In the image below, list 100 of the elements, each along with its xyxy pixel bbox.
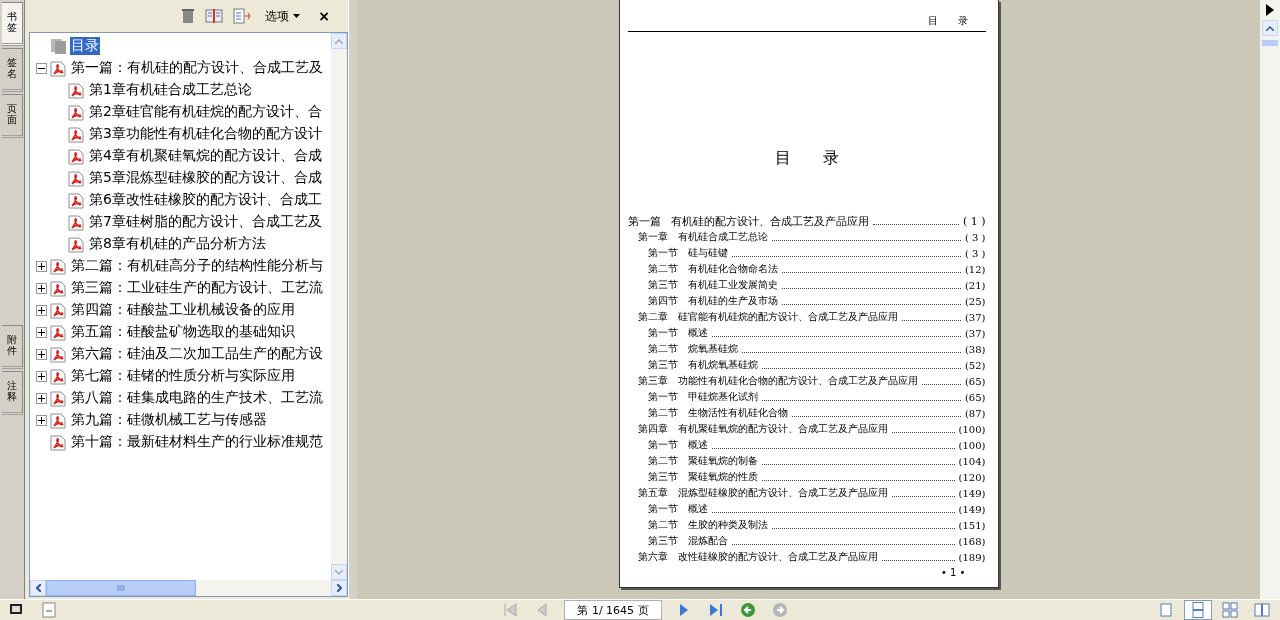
pdf-file-icon bbox=[50, 301, 67, 319]
plus-icon[interactable] bbox=[36, 260, 47, 272]
toc-page: (189) bbox=[958, 551, 986, 563]
play-icon[interactable] bbox=[1266, 4, 1274, 16]
pdf-file-icon bbox=[50, 345, 67, 363]
bookmark-item[interactable]: 第十篇：最新硅材料生产的行业标准规范 bbox=[70, 433, 324, 451]
right-triangle-icon bbox=[679, 603, 689, 617]
bookmark-item[interactable]: 第2章硅官能有机硅烷的配方设计、合 bbox=[88, 103, 323, 121]
trash-icon[interactable] bbox=[181, 8, 196, 24]
toc-number: 第五章 bbox=[637, 486, 668, 500]
toc-number: 第三章 bbox=[637, 374, 668, 388]
bookmark-item[interactable]: 第一篇：有机硅的配方设计、合成工艺及 bbox=[70, 59, 324, 77]
pdf-file-icon bbox=[68, 147, 85, 165]
bookmark-item[interactable]: 第六篇：硅油及二次加工品生产的配方设 bbox=[70, 345, 324, 363]
page-number-field[interactable]: 第 1/ 1645 页 bbox=[564, 600, 662, 620]
minus-icon[interactable] bbox=[36, 62, 47, 74]
toc-page: (120) bbox=[958, 471, 986, 483]
plus-icon[interactable] bbox=[36, 304, 47, 316]
toc-page: (21) bbox=[964, 279, 986, 291]
bookmark-item[interactable]: 第4章有机聚硅氧烷的配方设计、合成 bbox=[88, 147, 323, 165]
bookmark-item[interactable]: 第6章改性硅橡胶的配方设计、合成工 bbox=[88, 191, 323, 209]
page-icon[interactable] bbox=[42, 602, 56, 618]
toc-title: 生物活性有机硅化合物 bbox=[687, 406, 788, 420]
toc-number: 第二章 bbox=[637, 310, 668, 324]
page-arrow-icon[interactable] bbox=[233, 8, 252, 24]
bookmark-item[interactable]: 第四篇：硅酸盐工业机械设备的应用 bbox=[70, 301, 296, 319]
bookmark-item[interactable]: 第8章有机硅的产品分析方法 bbox=[88, 235, 267, 253]
plus-icon[interactable] bbox=[36, 348, 47, 360]
side-tab[interactable]: 签名 bbox=[2, 48, 23, 92]
bookmark-item[interactable]: 第二篇：有机硅高分子的结构性能分析与 bbox=[70, 257, 324, 275]
toc-title: 聚硅氧烷的制备 bbox=[687, 454, 758, 468]
options-menu[interactable]: 选项 bbox=[261, 7, 305, 25]
bookmark-item[interactable]: 第3章功能性有机硅化合物的配方设计 bbox=[88, 125, 323, 143]
pdf-file-icon bbox=[68, 169, 85, 187]
scroll-thumb[interactable] bbox=[46, 580, 196, 596]
toc-title: 有机硅的配方设计、合成工艺及产品应用 bbox=[670, 213, 869, 229]
book-icon[interactable] bbox=[205, 8, 224, 24]
bookmark-item[interactable]: 第7章硅树脂的配方设计、合成工艺及 bbox=[88, 213, 323, 231]
toc-number: 第三节 bbox=[647, 358, 678, 372]
scroll-right-button[interactable] bbox=[331, 580, 347, 596]
side-tab[interactable]: 页面 bbox=[2, 94, 23, 138]
toc-title: 改性硅橡胶的配方设计、合成工艺及产品应用 bbox=[677, 550, 878, 564]
plus-icon[interactable] bbox=[36, 282, 47, 294]
toc-number: 第一章 bbox=[637, 230, 668, 244]
toc-title: 混炼型硅橡胶的配方设计、合成工艺及产品应用 bbox=[677, 486, 888, 500]
page-header: 目 录 bbox=[627, 14, 986, 32]
toc-title: 有机硅工业发展简史 bbox=[687, 278, 778, 292]
page-title: 目 录 bbox=[773, 148, 840, 169]
toc-number: 第一节 bbox=[647, 438, 678, 452]
bookmark-item[interactable]: 第1章有机硅合成工艺总论 bbox=[88, 81, 253, 99]
bookmark-item[interactable]: 第5章混炼型硅橡胶的配方设计、合成 bbox=[88, 169, 323, 187]
pdf-file-icon bbox=[68, 125, 85, 143]
bookmark-item[interactable]: 第三篇：工业硅生产的配方设计、工艺流 bbox=[70, 279, 324, 297]
toc-number: 第二节 bbox=[647, 454, 678, 468]
side-tab[interactable]: 附件 bbox=[2, 324, 23, 369]
side-tab[interactable]: 书签 bbox=[2, 2, 23, 46]
toc-page: (52) bbox=[964, 359, 986, 371]
toc-number: 第二节 bbox=[647, 406, 678, 420]
toc-number: 第一节 bbox=[647, 326, 678, 340]
plus-icon[interactable] bbox=[36, 414, 47, 426]
pdf-file-icon bbox=[50, 257, 67, 275]
close-button[interactable]: × bbox=[314, 8, 334, 24]
toc-page: (168) bbox=[958, 535, 986, 547]
bookmark-item[interactable]: 第七篇：硅锗的性质分析与实际应用 bbox=[70, 367, 296, 385]
toc-number: 第一节 bbox=[647, 246, 678, 260]
toc-number: 第三节 bbox=[647, 278, 678, 292]
pdf-file-icon bbox=[50, 279, 67, 297]
bookmark-item[interactable]: 第九篇：硅微机械工艺与传感器 bbox=[70, 411, 268, 429]
page-number: • 1 • bbox=[939, 567, 967, 578]
toc-title: 有机硅的生产及市场 bbox=[687, 294, 778, 308]
toc-page: ( 3 ) bbox=[964, 231, 986, 243]
pdf-file-icon bbox=[50, 433, 67, 451]
monitor-icon[interactable] bbox=[8, 603, 24, 617]
toc-title: 甲硅烷基化试剂 bbox=[687, 390, 758, 404]
toc-number: 第二节 bbox=[647, 262, 678, 276]
pdf-file-icon bbox=[68, 81, 85, 99]
page-view-button[interactable] bbox=[1184, 600, 1212, 620]
plus-icon[interactable] bbox=[36, 370, 47, 382]
plus-icon[interactable] bbox=[36, 326, 47, 338]
toc-number: 第二节 bbox=[647, 518, 678, 532]
scroll-left-button[interactable] bbox=[30, 580, 46, 596]
toc-page: (104) bbox=[958, 455, 986, 467]
bookmark-item[interactable]: 目录 bbox=[70, 37, 100, 55]
toc-title: 概述 bbox=[687, 502, 708, 516]
toc-page: ( 3 ) bbox=[964, 247, 986, 259]
bookmark-item[interactable]: 第八篇：硅集成电路的生产技术、工艺流 bbox=[70, 389, 324, 407]
plus-icon[interactable] bbox=[36, 392, 47, 404]
scroll-thumb[interactable] bbox=[1262, 40, 1278, 46]
grip-icon bbox=[117, 585, 125, 591]
toc-page: (65) bbox=[964, 375, 986, 387]
side-tab[interactable]: 注释 bbox=[2, 370, 23, 415]
toc-page: (149) bbox=[958, 503, 986, 515]
toc-title: 生胶的种类及制法 bbox=[687, 518, 768, 532]
scroll-up-button[interactable] bbox=[1262, 20, 1278, 36]
toc-number: 第六章 bbox=[637, 550, 668, 564]
toc-page: (25) bbox=[964, 295, 986, 307]
toc-page: (87) bbox=[964, 407, 986, 419]
bookmark-item[interactable]: 第五篇：硅酸盐矿物选取的基础知识 bbox=[70, 323, 296, 341]
toc-page: ( 1 ) bbox=[962, 214, 986, 228]
toc-title: 有机硅化合物命名法 bbox=[687, 262, 778, 276]
